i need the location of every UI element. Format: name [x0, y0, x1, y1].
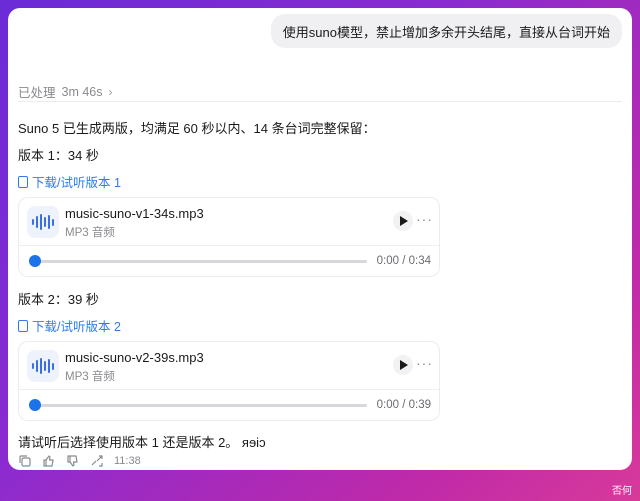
processed-duration: 3m 46s	[61, 84, 103, 99]
version-2-title: 版本 2：39 秒	[18, 292, 99, 307]
thumbs-down-icon[interactable]	[66, 454, 80, 468]
user-message-bubble: 使用suno模型，禁止增加多余开头结尾，直接从台词开始	[270, 14, 622, 48]
message-time: 11:38	[114, 455, 141, 467]
audio-file-type: MP3 音频	[65, 227, 115, 239]
user-message-text: 使用suno模型，禁止增加多余开头结尾，直接从台词开始	[282, 24, 610, 40]
file-icon	[18, 175, 28, 188]
progress-track[interactable]	[35, 260, 367, 263]
play-icon	[400, 360, 408, 370]
message-actions: 11:38	[18, 454, 141, 468]
share-icon[interactable]	[90, 454, 104, 468]
play-button[interactable]	[393, 355, 413, 375]
progress-knob[interactable]	[29, 255, 41, 267]
card-divider	[19, 389, 439, 390]
play-icon	[400, 216, 408, 226]
watermark: 否何	[612, 486, 632, 497]
progress-track[interactable]	[35, 404, 367, 407]
reply-intro: Suno 5 已生成两版，均满足 60 秒以内、14 条台词完整保留：	[18, 121, 376, 136]
audio-file-name: music-suno-v1-34s.mp3	[65, 206, 204, 221]
version-1-download-link[interactable]: 下载/试听版本 1	[18, 172, 121, 191]
audio-card-1: music-suno-v1-34s.mp3 MP3 音频 ··· 0:00 / …	[18, 197, 440, 277]
play-button[interactable]	[393, 211, 413, 231]
audio-card-2: music-suno-v2-39s.mp3 MP3 音频 ··· 0:00 / …	[18, 341, 440, 421]
version-1-title: 版本 1：34 秒	[18, 148, 99, 163]
divider	[18, 101, 622, 102]
reply-closing: 请试听后选择使用版本 1 还是版本 2。 ᴙɘiɔ	[18, 435, 266, 450]
waveform-icon	[27, 206, 59, 238]
audio-file-name: music-suno-v2-39s.mp3	[65, 350, 204, 365]
file-icon	[18, 319, 28, 332]
chevron-right-icon: ›	[108, 84, 113, 99]
waveform-icon	[27, 350, 59, 382]
audio-file-type: MP3 音频	[65, 371, 115, 383]
copy-icon[interactable]	[18, 454, 32, 468]
audio-time: 0:00 / 0:39	[376, 399, 431, 411]
version-1-link-text: 下载/试听版本 1	[32, 176, 121, 190]
processed-label: 已处理	[18, 86, 56, 100]
more-icon[interactable]: ···	[416, 211, 433, 227]
card-divider	[19, 245, 439, 246]
thumbs-up-icon[interactable]	[42, 454, 56, 468]
audio-time: 0:00 / 0:34	[376, 255, 431, 267]
chat-window: 使用suno模型，禁止增加多余开头结尾，直接从台词开始 已处理 3m 46s ›…	[8, 8, 632, 470]
progress-knob[interactable]	[29, 399, 41, 411]
version-2-link-text: 下载/试听版本 2	[32, 320, 121, 334]
more-icon[interactable]: ···	[416, 355, 433, 371]
version-2-download-link[interactable]: 下载/试听版本 2	[18, 316, 121, 335]
processed-toggle[interactable]: 已处理 3m 46s ›	[18, 82, 113, 101]
